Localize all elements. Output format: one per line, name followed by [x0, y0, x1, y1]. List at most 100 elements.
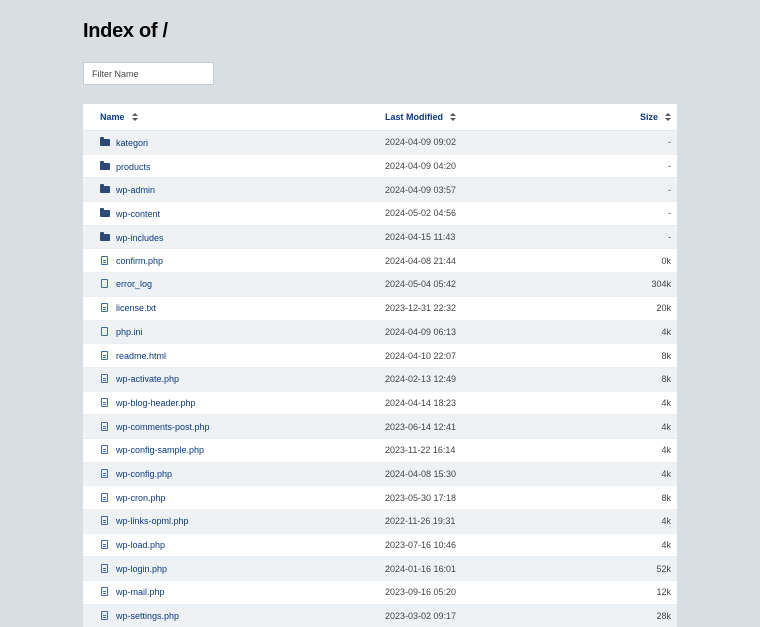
file-link[interactable]: wp-admin — [116, 185, 155, 195]
size-cell: 52k — [585, 557, 677, 581]
file-link[interactable]: kategori — [116, 138, 148, 148]
modified-cell: 2024-04-09 09:02 — [385, 131, 585, 155]
table-row: wp-comments-post.php 2023-06-14 12:414k — [83, 415, 677, 439]
size-cell: 8k — [585, 486, 677, 510]
size-cell: 4k — [585, 438, 677, 462]
name-cell: confirm.php — [83, 249, 385, 273]
name-cell: wp-admin — [83, 178, 385, 202]
file-link[interactable]: wp-comments-post.php — [116, 422, 210, 432]
table-row: wp-login.php2024-01-16 16:0152k — [83, 557, 677, 581]
file-link[interactable]: wp-settings.php — [116, 611, 179, 621]
sort-icon[interactable] — [665, 113, 671, 121]
size-cell: 4k — [585, 320, 677, 344]
name-cell: wp-activate.php — [83, 367, 385, 391]
name-cell: wp-comments-post.php — [83, 415, 385, 439]
file-link[interactable]: wp-cron.php — [116, 493, 166, 503]
name-cell: wp-blog-header.php — [83, 391, 385, 415]
table-row: license.txt 2023-12-31 22:3220k — [83, 296, 677, 320]
table-header-row: Name Last Modified Size — [83, 104, 677, 131]
size-column-header[interactable]: Size — [585, 104, 677, 131]
file-link[interactable]: wp-activate.php — [116, 374, 179, 384]
table-row: wp-cron.php 2023-05-30 17:188k — [83, 486, 677, 510]
size-cell: - — [585, 178, 677, 202]
modified-cell: 2023-12-31 22:32 — [385, 296, 585, 320]
file-icon — [101, 327, 108, 336]
size-cell: 4k — [585, 462, 677, 486]
file-link[interactable]: wp-config.php — [116, 469, 172, 479]
modified-cell: 2023-06-14 12:41 — [385, 415, 585, 439]
modified-cell: 2024-05-04 05:42 — [385, 273, 585, 297]
file-link[interactable]: wp-content — [116, 209, 160, 219]
file-link[interactable]: confirm.php — [116, 256, 163, 266]
filter-name-input[interactable] — [83, 62, 214, 85]
sort-by-modified-link[interactable]: Last Modified — [385, 112, 443, 122]
name-cell: wp-includes — [83, 225, 385, 249]
file-link[interactable]: wp-blog-header.php — [116, 398, 196, 408]
size-cell: 304k — [585, 273, 677, 297]
modified-cell: 2024-04-15 11:43 — [385, 225, 585, 249]
text-file-icon — [101, 516, 108, 525]
modified-cell: 2022-11-26 19:31 — [385, 510, 585, 534]
name-cell: products — [83, 154, 385, 178]
file-link[interactable]: products — [116, 162, 151, 172]
file-link[interactable]: wp-load.php — [116, 540, 165, 550]
name-cell: wp-content — [83, 202, 385, 226]
sort-icon[interactable] — [450, 113, 456, 121]
text-file-icon — [101, 540, 108, 549]
text-file-icon — [101, 587, 108, 596]
modified-cell: 2024-04-14 18:23 — [385, 391, 585, 415]
modified-cell: 2023-05-30 17:18 — [385, 486, 585, 510]
name-cell: wp-config-sample.php — [83, 438, 385, 462]
file-link[interactable]: wp-mail.php — [116, 587, 165, 597]
file-link[interactable]: error_log — [116, 279, 152, 289]
name-cell: wp-load.php — [83, 533, 385, 557]
name-cell: wp-links-opml.php — [83, 510, 385, 534]
size-cell: 20k — [585, 296, 677, 320]
size-cell: 4k — [585, 415, 677, 439]
file-link[interactable]: wp-config-sample.php — [116, 445, 204, 455]
text-file-icon — [101, 256, 108, 265]
size-cell: - — [585, 202, 677, 226]
size-cell: - — [585, 225, 677, 249]
file-link[interactable]: wp-login.php — [116, 564, 167, 574]
page-title: Index of / — [83, 19, 168, 43]
name-cell: kategori — [83, 131, 385, 155]
sort-by-size-link[interactable]: Size — [640, 112, 658, 122]
text-file-icon — [101, 351, 108, 360]
table-row: wp-config.php2024-04-08 15:304k — [83, 462, 677, 486]
file-link[interactable]: readme.html — [116, 351, 166, 361]
modified-cell: 2023-03-02 09:17 — [385, 604, 585, 627]
modified-cell: 2023-11-22 16:14 — [385, 438, 585, 462]
table-row: wp-activate.php2024-02-13 12:498k — [83, 367, 677, 391]
name-cell: php.ini — [83, 320, 385, 344]
size-cell: 8k — [585, 367, 677, 391]
table-row: error_log 2024-05-04 05:42304k — [83, 273, 677, 297]
folder-icon — [100, 232, 110, 242]
file-link[interactable]: wp-links-opml.php — [116, 516, 189, 526]
name-cell: readme.html — [83, 344, 385, 368]
size-cell: 4k — [585, 533, 677, 557]
modified-cell: 2024-04-08 21:44 — [385, 249, 585, 273]
text-file-icon — [101, 303, 108, 312]
text-file-icon — [101, 469, 108, 478]
text-file-icon — [101, 445, 108, 454]
table-row: php.ini2024-04-09 06:134k — [83, 320, 677, 344]
sort-icon[interactable] — [132, 113, 138, 121]
size-cell: - — [585, 131, 677, 155]
modified-column-header[interactable]: Last Modified — [385, 104, 585, 131]
file-link[interactable]: php.ini — [116, 327, 143, 337]
sort-by-name-link[interactable]: Name — [100, 112, 125, 122]
name-cell: error_log — [83, 273, 385, 297]
text-file-icon — [101, 422, 108, 431]
size-cell: - — [585, 154, 677, 178]
file-link[interactable]: license.txt — [116, 303, 156, 313]
folder-icon — [100, 184, 110, 194]
text-file-icon — [101, 611, 108, 620]
modified-cell: 2024-05-02 04:56 — [385, 202, 585, 226]
table-row: kategori 2024-04-09 09:02- — [83, 131, 677, 155]
file-link[interactable]: wp-includes — [116, 233, 164, 243]
name-column-header[interactable]: Name — [83, 104, 385, 131]
table-row: wp-blog-header.php2024-04-14 18:234k — [83, 391, 677, 415]
table-row: wp-settings.php2023-03-02 09:1728k — [83, 604, 677, 627]
table-row: products2024-04-09 04:20- — [83, 154, 677, 178]
